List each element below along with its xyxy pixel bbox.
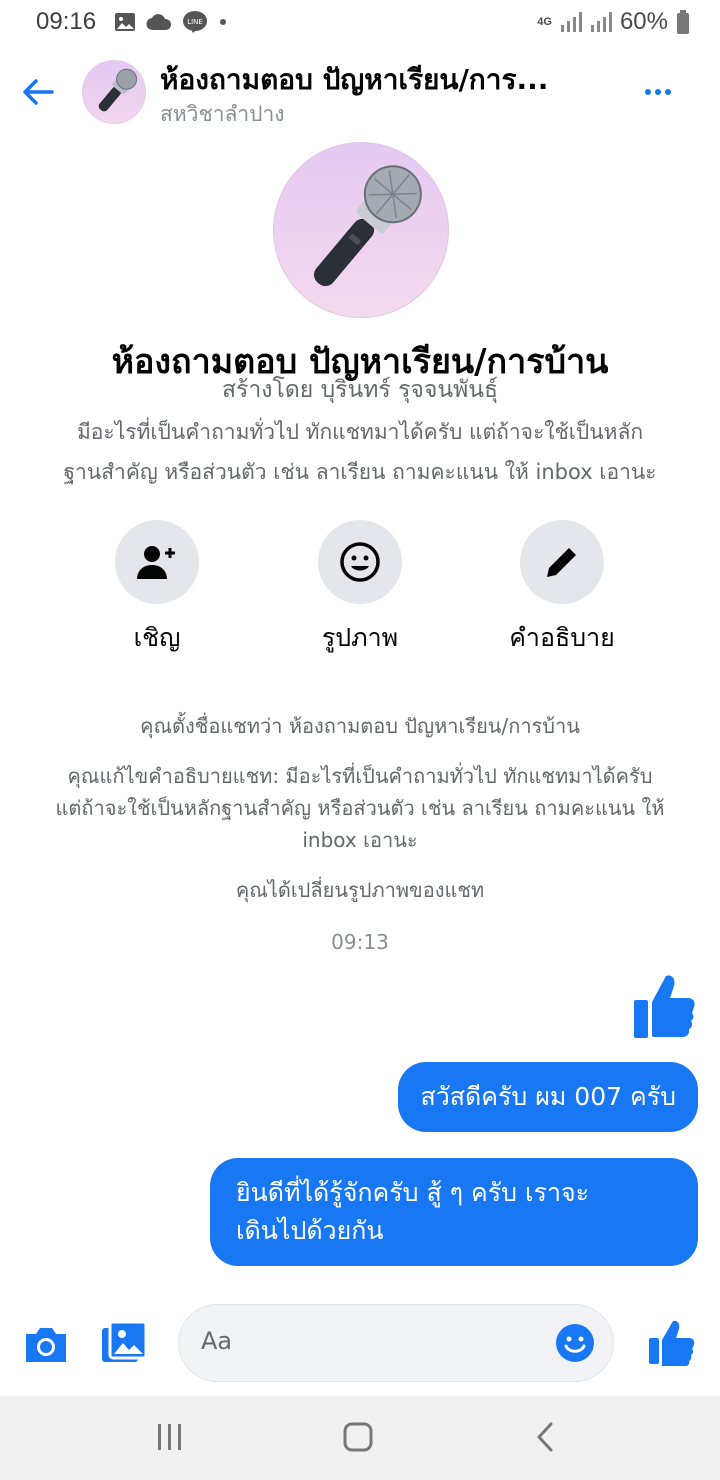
back-arrow-icon[interactable] xyxy=(18,72,58,112)
signal-icon-2 xyxy=(590,12,612,32)
photo-circle[interactable] xyxy=(318,520,402,604)
signal-icon xyxy=(560,12,582,32)
image-icon xyxy=(115,13,135,31)
profile-avatar[interactable] xyxy=(273,142,449,318)
home-icon[interactable] xyxy=(338,1420,378,1456)
chat-description: มีอะไรที่เป็นคำถามทั่วไป ทักแชทมาได้ครับ… xyxy=(20,412,700,492)
like-icon[interactable] xyxy=(648,1318,696,1366)
system-nav-bar xyxy=(0,1396,720,1480)
chat-header: ห้องถามตอบ ปัญหาเรียน/การ... สหวิชาลำปาง xyxy=(0,50,720,134)
description-label: คำอธิบาย xyxy=(509,623,615,652)
event-line: แต่ถ้าจะใช้เป็นหลักฐานสำคัญ หรือส่วนตัว … xyxy=(55,796,665,820)
line-app-icon: LINE xyxy=(183,11,207,33)
notification-icons: LINE xyxy=(114,10,228,34)
message-bubble[interactable]: ยินดีที่ได้รู้จักครับ สู้ ๆ ครับ เราจะ เ… xyxy=(210,1158,698,1266)
status-time: 09:16 xyxy=(36,8,97,35)
message-timestamp: 09:13 xyxy=(331,930,389,954)
status-right: 4G 60% xyxy=(537,8,690,36)
photo-label: รูปภาพ xyxy=(321,623,399,652)
chat-title[interactable]: ห้องถามตอบ ปัญหาเรียน/การ... xyxy=(160,58,600,102)
message-placeholder: Aa xyxy=(201,1327,233,1355)
rename-event: คุณตั้งชื่อแชทว่า ห้องถามตอบ ปัญหาเรียน/… xyxy=(140,714,580,738)
message-line: ยินดีที่ได้รู้จักครับ สู้ ๆ ครับ เราจะ xyxy=(236,1178,590,1207)
invite-label: เชิญ xyxy=(133,623,181,652)
add-person-icon xyxy=(137,546,175,579)
message-line: เดินไปด้วยกัน xyxy=(236,1216,384,1245)
chat-subtitle: สหวิชาลำปาง xyxy=(160,102,285,126)
pencil-icon xyxy=(547,548,576,577)
description-line: มีอะไรที่เป็นคำถามทั่วไป ทักแชทมาได้ครับ… xyxy=(76,420,644,444)
battery-percent: 60% xyxy=(619,8,668,35)
invite-button[interactable]: เชิญ xyxy=(57,520,257,658)
microphone-icon xyxy=(313,165,422,287)
battery-icon xyxy=(677,10,689,34)
message-input[interactable]: Aa xyxy=(178,1304,614,1382)
recent-apps-icon[interactable] xyxy=(150,1420,190,1456)
message-composer: Aa xyxy=(0,1300,720,1392)
description-event: คุณแก้ไขคำอธิบายแชท: มีอะไรที่เป็นคำถามท… xyxy=(20,760,700,856)
message-bubble[interactable]: สวัสดีครับ ผม 007 ครับ xyxy=(398,1062,698,1132)
emoji-icon[interactable] xyxy=(555,1323,595,1363)
chat-avatar[interactable] xyxy=(82,60,146,124)
photo-button[interactable]: รูปภาพ xyxy=(260,520,460,658)
smiley-icon xyxy=(340,542,380,582)
back-nav-icon[interactable] xyxy=(526,1420,566,1456)
photo-change-event: คุณได้เปลี่ยนรูปภาพของแชท xyxy=(235,878,485,902)
gallery-icon[interactable] xyxy=(100,1320,148,1368)
status-bar: 09:16 LINE 4G 60% xyxy=(0,0,720,44)
network-type: 4G xyxy=(537,15,552,28)
description-circle[interactable] xyxy=(520,520,604,604)
description-line: ฐานสำคัญ หรือส่วนตัว เช่น ลาเรียน ถามคะแ… xyxy=(63,460,657,484)
event-line: คุณแก้ไขคำอธิบายแชท: มีอะไรที่เป็นคำถามท… xyxy=(67,764,653,788)
created-by: สร้างโดย บุรินทร์ รุจจนพันธุ์ xyxy=(221,377,499,403)
event-line: inbox เอานะ xyxy=(302,828,418,852)
more-options-icon[interactable] xyxy=(640,82,676,102)
invite-circle[interactable] xyxy=(115,520,199,604)
like-sticker-icon[interactable] xyxy=(634,972,696,1040)
camera-icon[interactable] xyxy=(22,1320,70,1368)
svg-text:LINE: LINE xyxy=(187,18,203,26)
microphone-icon xyxy=(98,68,138,112)
description-button[interactable]: คำอธิบาย xyxy=(462,520,662,658)
dot-icon xyxy=(220,19,226,25)
cloud-icon xyxy=(146,14,172,31)
